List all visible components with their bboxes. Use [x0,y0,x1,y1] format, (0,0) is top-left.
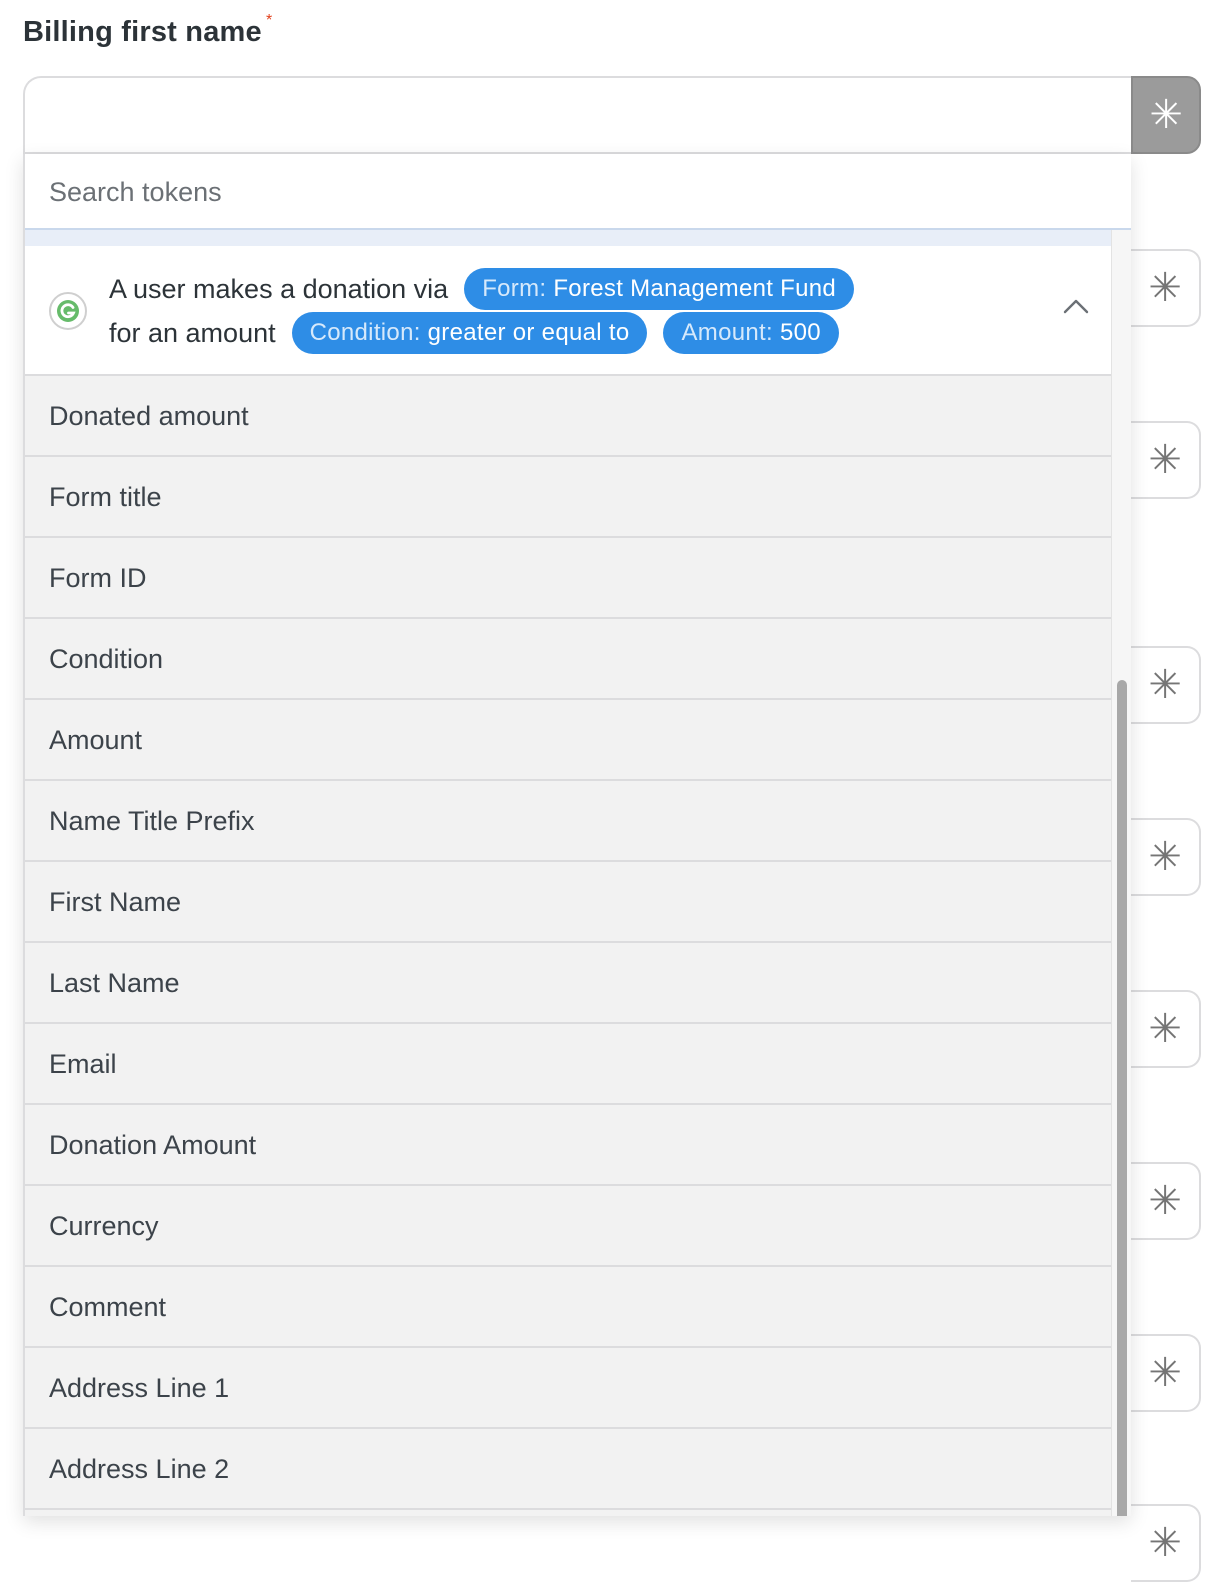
field-label: Billing first name [23,16,262,48]
scrollbar-track[interactable] [1111,230,1131,1516]
trigger-description-line-1: A user makes a donation via Form: Forest… [109,268,855,310]
token-picker-button[interactable]: ✳ [1131,421,1201,499]
asterisk-icon: ✳ [1148,1178,1182,1224]
asterisk-icon: ✳ [1148,1520,1182,1566]
chevron-up-icon[interactable] [1063,298,1089,314]
divider [25,230,1111,246]
token-item[interactable]: Amount [25,700,1111,781]
asterisk-icon: ✳ [1148,437,1182,483]
token-item[interactable]: Condition [25,619,1111,700]
trigger-text: for an amount [109,317,276,348]
token-picker-button[interactable]: ✳ [1131,1334,1201,1412]
amount-pill: Amount: 500 [663,312,839,354]
trigger-description-line-2: for an amount Condition: greater or equa… [109,312,839,354]
token-picker-button[interactable]: ✳ [1131,249,1201,327]
token-item[interactable]: Currency [25,1186,1111,1267]
required-marker: * [266,12,273,29]
token-dropdown: A user makes a donation via Form: Forest… [23,154,1131,1516]
token-item[interactable]: Email [25,1024,1111,1105]
condition-pill: Condition: greater or equal to [291,312,648,354]
asterisk-icon: ✳ [1148,1006,1182,1052]
asterisk-icon: ✳ [1149,92,1183,138]
pill-key: Form: [482,275,547,302]
search-box [25,154,1131,230]
token-item[interactable]: Form ID [25,538,1111,619]
pill-key: Amount: [681,319,773,346]
billing-first-name-input[interactable] [23,76,1131,154]
token-item[interactable]: Name Title Prefix [25,781,1111,862]
token-list: A user makes a donation via Form: Forest… [25,246,1111,1516]
token-item[interactable]: First Name [25,862,1111,943]
scrollbar-thumb[interactable] [1117,680,1127,1516]
token-picker-button[interactable]: ✳ [1131,1162,1201,1240]
token-item[interactable]: Donation Amount [25,1105,1111,1186]
asterisk-icon: ✳ [1148,1350,1182,1396]
form-pill: Form: Forest Management Fund [464,268,855,310]
asterisk-icon: ✳ [1148,662,1182,708]
token-item[interactable]: Comment [25,1267,1111,1348]
token-item[interactable]: Address Line 2 [25,1429,1111,1510]
trigger-text: A user makes a donation via [109,273,449,304]
asterisk-icon: ✳ [1148,834,1182,880]
integration-logo-icon [49,292,87,330]
pill-value: Forest Management Fund [553,275,837,302]
pill-value: 500 [779,319,821,346]
search-tokens-input[interactable] [49,172,1109,212]
token-item[interactable]: Donated amount [25,376,1111,457]
token-item[interactable]: Last Name [25,943,1111,1024]
trigger-header[interactable]: A user makes a donation via Form: Forest… [25,246,1111,376]
token-picker-button[interactable]: ✳ [1131,818,1201,896]
token-item[interactable]: Address Line 1 [25,1348,1111,1429]
pill-value: greater or equal to [427,319,630,346]
token-item[interactable]: Form title [25,457,1111,538]
token-picker-button[interactable]: ✳ [1131,76,1201,154]
asterisk-icon: ✳ [1148,265,1182,311]
token-picker-button[interactable]: ✳ [1131,990,1201,1068]
token-picker-button[interactable]: ✳ [1131,646,1201,724]
pill-key: Condition: [309,319,421,346]
